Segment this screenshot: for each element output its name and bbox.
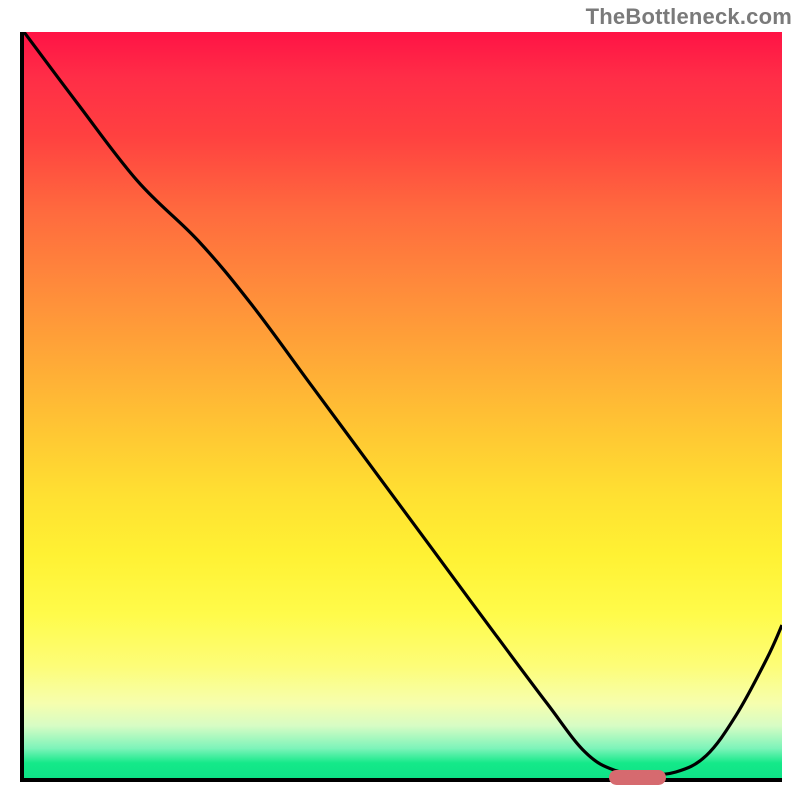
- watermark-text: TheBottleneck.com: [586, 4, 792, 30]
- optimal-marker: [609, 770, 666, 784]
- chart-plot-area: [20, 32, 782, 782]
- chart-line: [24, 32, 782, 778]
